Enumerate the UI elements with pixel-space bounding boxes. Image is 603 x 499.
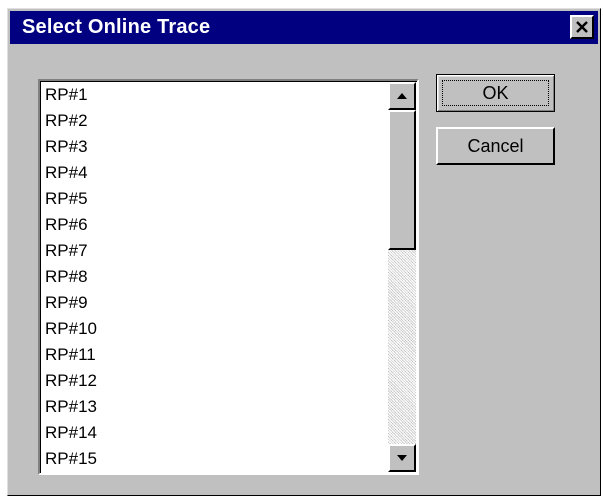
scroll-down-button[interactable] — [388, 444, 416, 472]
cancel-button-label: Cancel — [467, 135, 524, 156]
list-item[interactable]: RP#2 — [43, 108, 387, 134]
ok-button-label: OK — [482, 82, 509, 103]
list-item[interactable]: RP#13 — [43, 394, 387, 420]
list-item[interactable]: RP#8 — [43, 264, 387, 290]
list-item[interactable]: RP#3 — [43, 134, 387, 160]
title-bar: Select Online Trace — [10, 11, 598, 44]
ok-button[interactable]: OK — [436, 74, 555, 112]
list-item[interactable]: RP#11 — [43, 342, 387, 368]
trace-listbox[interactable]: RP#1 RP#2 RP#3 RP#4 RP#5 RP#6 RP#7 RP#8 … — [38, 79, 419, 475]
scroll-thumb[interactable] — [388, 110, 416, 250]
dialog-title: Select Online Trace — [22, 16, 211, 38]
list-item[interactable]: RP#6 — [43, 212, 387, 238]
arrow-up-icon — [397, 93, 407, 99]
scroll-up-button[interactable] — [388, 82, 416, 110]
list-item[interactable]: RP#5 — [43, 186, 387, 212]
list-item[interactable]: RP#10 — [43, 316, 387, 342]
list-item[interactable]: RP#12 — [43, 368, 387, 394]
cancel-button[interactable]: Cancel — [436, 127, 555, 165]
close-button[interactable] — [570, 15, 594, 39]
list-item[interactable]: RP#1 — [43, 82, 387, 108]
list-item[interactable]: RP#15 — [43, 446, 387, 472]
vertical-scrollbar[interactable] — [388, 82, 416, 472]
arrow-down-icon — [397, 455, 407, 461]
select-online-trace-dialog: Select Online Trace RP#1 RP#2 RP#3 RP#4 … — [7, 8, 601, 496]
list-item[interactable]: RP#4 — [43, 160, 387, 186]
list-item[interactable]: RP#14 — [43, 420, 387, 446]
list-item[interactable]: RP#7 — [43, 238, 387, 264]
close-icon — [576, 21, 588, 33]
list-item[interactable]: RP#9 — [43, 290, 387, 316]
trace-list-items: RP#1 RP#2 RP#3 RP#4 RP#5 RP#6 RP#7 RP#8 … — [43, 82, 387, 473]
